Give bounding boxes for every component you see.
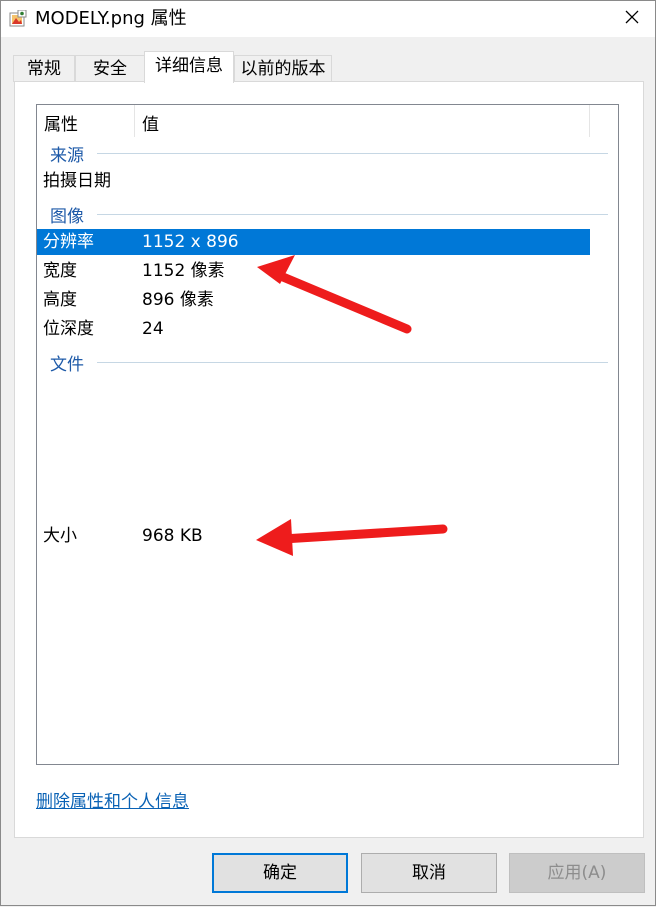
property-value: 1152 像素 bbox=[142, 261, 225, 281]
row-size[interactable]: 大小 968 KB bbox=[37, 523, 590, 549]
close-icon bbox=[624, 9, 640, 29]
image-file-icon bbox=[9, 9, 27, 28]
property-name: 位深度 bbox=[43, 319, 94, 339]
column-header-value[interactable]: 值 bbox=[142, 110, 159, 135]
tab-previous-versions[interactable]: 以前的版本 bbox=[234, 55, 332, 82]
group-label-file: 文件 bbox=[50, 350, 90, 375]
property-value: 24 bbox=[142, 319, 164, 339]
property-value: 896 像素 bbox=[142, 290, 214, 310]
column-header: 属性 值 bbox=[37, 105, 618, 137]
property-name: 分辨率 bbox=[43, 232, 94, 252]
tab-security[interactable]: 安全 bbox=[75, 55, 145, 82]
row-height[interactable]: 高度 896 像素 bbox=[37, 287, 590, 313]
property-value: 968 KB bbox=[142, 526, 203, 546]
column-header-property[interactable]: 属性 bbox=[44, 110, 78, 135]
tab-details[interactable]: 详细信息 bbox=[144, 51, 234, 83]
group-divider bbox=[97, 214, 608, 215]
property-value: 1152 x 896 bbox=[142, 232, 239, 252]
group-label-source: 来源 bbox=[50, 141, 90, 166]
group-image: 图像 bbox=[37, 202, 618, 227]
property-name: 高度 bbox=[43, 290, 77, 310]
row-date-taken[interactable]: 拍摄日期 bbox=[37, 168, 590, 194]
property-name: 大小 bbox=[43, 526, 77, 546]
ok-button[interactable]: 确定 bbox=[212, 853, 348, 893]
column-divider[interactable] bbox=[589, 105, 590, 137]
property-name: 宽度 bbox=[43, 261, 77, 281]
tab-general[interactable]: 常规 bbox=[13, 55, 75, 82]
group-source: 来源 bbox=[37, 141, 618, 166]
row-resolution[interactable]: 分辨率 1152 x 896 bbox=[37, 229, 590, 255]
close-button[interactable] bbox=[609, 1, 655, 37]
row-width[interactable]: 宽度 1152 像素 bbox=[37, 258, 590, 284]
window-title: MODELY.png 属性 bbox=[35, 8, 187, 29]
group-divider bbox=[97, 362, 608, 363]
column-divider[interactable] bbox=[134, 105, 135, 137]
group-label-image: 图像 bbox=[50, 202, 90, 227]
details-list[interactable]: 属性 值 来源 拍摄日期 图像 分辨率 1152 x 896 宽度 1152 像… bbox=[36, 104, 619, 765]
group-divider bbox=[97, 153, 608, 154]
remove-properties-link[interactable]: 删除属性和个人信息 bbox=[36, 787, 189, 812]
group-file: 文件 bbox=[37, 350, 618, 375]
properties-dialog: MODELY.png 属性 常规 安全 详细信息 以前的版本 属性 值 来源 拍… bbox=[0, 0, 656, 906]
cancel-button[interactable]: 取消 bbox=[361, 853, 497, 893]
title-bar: MODELY.png 属性 bbox=[1, 1, 655, 37]
row-bit-depth[interactable]: 位深度 24 bbox=[37, 316, 590, 342]
apply-button[interactable]: 应用(A) bbox=[509, 853, 645, 893]
property-name: 拍摄日期 bbox=[43, 171, 111, 191]
